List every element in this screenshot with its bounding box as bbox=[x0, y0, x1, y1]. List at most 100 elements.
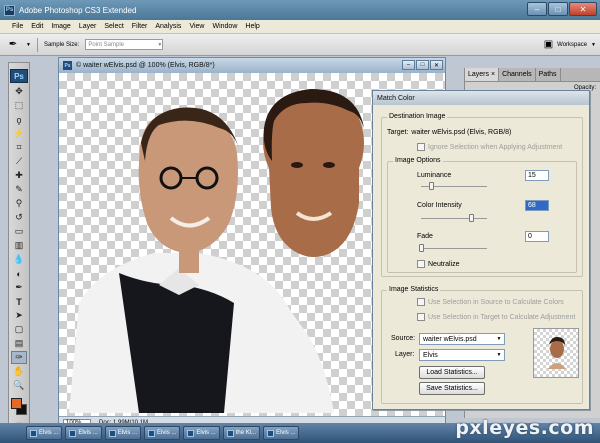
path-selection-tool-icon[interactable]: ➤ bbox=[11, 309, 27, 322]
menu-select[interactable]: Select bbox=[104, 23, 123, 30]
photoshop-task-icon bbox=[30, 429, 37, 437]
photoshop-task-icon bbox=[69, 429, 77, 437]
chevron-down-icon: ▼ bbox=[157, 41, 163, 48]
photoshop-task-icon bbox=[226, 429, 234, 437]
doc-maximize-button[interactable]: □ bbox=[416, 60, 429, 70]
slice-tool-icon[interactable]: ⟋ bbox=[11, 155, 27, 168]
load-statistics-button[interactable]: Load Statistics... bbox=[419, 366, 485, 379]
options-divider bbox=[36, 37, 38, 52]
type-tool-icon[interactable]: T bbox=[11, 295, 27, 308]
zoom-tool-icon[interactable]: 🔍 bbox=[11, 379, 27, 392]
tool-preset-arrow-icon[interactable]: ▼ bbox=[26, 42, 31, 48]
clone-stamp-tool-icon[interactable]: ⚲ bbox=[11, 197, 27, 210]
menu-help[interactable]: Help bbox=[245, 23, 259, 30]
source-preview-thumbnail bbox=[533, 328, 579, 378]
menu-edit[interactable]: Edit bbox=[31, 23, 43, 30]
luminance-slider[interactable] bbox=[421, 182, 487, 190]
color-intensity-label: Color Intensity bbox=[417, 202, 462, 209]
layer-select[interactable]: Elvis ▼ bbox=[419, 349, 505, 361]
color-intensity-slider[interactable] bbox=[421, 214, 487, 222]
menu-view[interactable]: View bbox=[189, 23, 204, 30]
luminance-slider-thumb[interactable] bbox=[429, 182, 434, 190]
elvis-head-layer bbox=[263, 89, 364, 257]
taskbar-item[interactable]: Elvis ... bbox=[144, 426, 181, 440]
blur-tool-icon[interactable]: 💧 bbox=[11, 253, 27, 266]
taskbar-item[interactable]: the Ki... bbox=[222, 426, 261, 440]
close-button[interactable]: ✕ bbox=[569, 2, 597, 16]
target-row: Target: waiter wElvis.psd (Elvis, RGB/8) bbox=[387, 129, 511, 136]
fade-slider-thumb[interactable] bbox=[419, 244, 424, 252]
menu-image[interactable]: Image bbox=[51, 23, 70, 30]
neutralize-checkbox[interactable] bbox=[417, 260, 425, 268]
eyedropper-tool-icon[interactable]: ✑ bbox=[11, 351, 27, 364]
move-tool-icon[interactable]: ✥ bbox=[11, 85, 27, 98]
foreground-color-swatch[interactable] bbox=[11, 398, 22, 409]
dodge-tool-icon[interactable]: ◐ bbox=[11, 267, 27, 280]
workspace-menu[interactable]: Workspace bbox=[557, 42, 587, 48]
camera-icon[interactable]: ▣ bbox=[544, 39, 553, 50]
menu-layer[interactable]: Layer bbox=[79, 23, 97, 30]
layer-label: Layer: bbox=[395, 351, 415, 358]
menu-file[interactable]: File bbox=[12, 23, 23, 30]
hand-tool-icon[interactable]: ✋ bbox=[11, 365, 27, 378]
luminance-input[interactable]: 15 bbox=[525, 170, 549, 181]
fade-input[interactable]: 0 bbox=[525, 231, 549, 242]
sample-size-select[interactable]: Point Sample ▼ bbox=[85, 39, 164, 50]
menu-analysis[interactable]: Analysis bbox=[155, 23, 181, 30]
ignore-selection-row: Ignore Selection when Applying Adjustmen… bbox=[417, 143, 562, 151]
doc-close-button[interactable]: ✕ bbox=[430, 60, 443, 70]
crop-tool-icon[interactable]: ⌗ bbox=[11, 141, 27, 154]
color-intensity-slider-thumb[interactable] bbox=[469, 214, 474, 222]
fade-slider[interactable] bbox=[419, 244, 487, 252]
taskbar-item[interactable]: Elvis ... bbox=[183, 426, 220, 440]
taskbar-item[interactable]: Elvis ... bbox=[263, 426, 300, 440]
source-select[interactable]: waiter wElvis.psd ▼ bbox=[419, 333, 505, 345]
shape-tool-icon[interactable]: ▢ bbox=[11, 323, 27, 336]
minimize-button[interactable]: – bbox=[527, 2, 547, 16]
chevron-down-icon: ▼ bbox=[591, 41, 596, 48]
photoshop-task-icon bbox=[187, 429, 195, 437]
image-statistics-group-label: Image Statistics bbox=[387, 286, 441, 293]
taskbar-item[interactable]: Elvis ... bbox=[26, 426, 63, 440]
photoshop-task-icon bbox=[267, 429, 275, 437]
use-target-row: Use Selection in Target to Calculate Adj… bbox=[417, 313, 575, 321]
tab-paths[interactable]: Paths bbox=[536, 68, 561, 81]
menu-bar: File Edit Image Layer Select Filter Anal… bbox=[0, 20, 600, 34]
options-bar: ✒ ▼ Sample Size: Point Sample ▼ ▣ Worksp… bbox=[0, 34, 600, 56]
taskbar-item[interactable]: Elvis ... bbox=[65, 426, 102, 440]
magic-wand-tool-icon[interactable]: ⚡ bbox=[11, 127, 27, 140]
brush-tool-icon[interactable]: ✎ bbox=[11, 183, 27, 196]
color-swatches[interactable] bbox=[10, 398, 28, 416]
marquee-tool-icon[interactable]: ⬚ bbox=[11, 99, 27, 112]
menu-filter[interactable]: Filter bbox=[132, 23, 148, 30]
history-brush-tool-icon[interactable]: ↺ bbox=[11, 211, 27, 224]
gradient-tool-icon[interactable]: ▥ bbox=[11, 239, 27, 252]
notes-tool-icon[interactable]: ▤ bbox=[11, 337, 27, 350]
layers-panel-tabs: Layers × Channels Paths bbox=[465, 68, 600, 82]
maximize-button[interactable]: □ bbox=[548, 2, 568, 16]
menu-window[interactable]: Window bbox=[212, 23, 237, 30]
color-intensity-slider-track bbox=[421, 218, 487, 219]
eyedropper-tool-preset-icon[interactable]: ✒ bbox=[6, 38, 20, 52]
eraser-tool-icon[interactable]: ▭ bbox=[11, 225, 27, 238]
color-intensity-input[interactable]: 68 bbox=[525, 200, 549, 211]
use-source-checkbox[interactable] bbox=[417, 298, 425, 306]
lasso-tool-icon[interactable]: ϙ bbox=[11, 113, 27, 126]
tab-layers[interactable]: Layers × bbox=[465, 68, 500, 81]
use-target-checkbox[interactable] bbox=[417, 313, 425, 321]
sample-size-label: Sample Size: bbox=[43, 41, 80, 48]
neutralize-row: Neutralize bbox=[417, 260, 460, 268]
ignore-selection-checkbox[interactable] bbox=[417, 143, 425, 151]
elvis-thumbnail-image bbox=[548, 337, 566, 369]
tab-channels[interactable]: Channels bbox=[499, 68, 536, 81]
healing-brush-tool-icon[interactable]: ✚ bbox=[11, 169, 27, 182]
pen-tool-icon[interactable]: ✒ bbox=[11, 281, 27, 294]
taskbar-item[interactable]: Elvis ... bbox=[104, 426, 142, 440]
sample-size-value: Point Sample bbox=[88, 41, 124, 48]
doc-minimize-button[interactable]: – bbox=[402, 60, 415, 70]
document-title-bar: Ps © waiter wElvis.psd @ 100% (Elvis, RG… bbox=[59, 58, 445, 73]
document-ps-icon: Ps bbox=[63, 61, 72, 70]
document-window-controls: – □ ✕ bbox=[402, 60, 443, 70]
dialog-title: Match Color bbox=[373, 91, 589, 105]
save-statistics-button[interactable]: Save Statistics... bbox=[419, 382, 485, 395]
